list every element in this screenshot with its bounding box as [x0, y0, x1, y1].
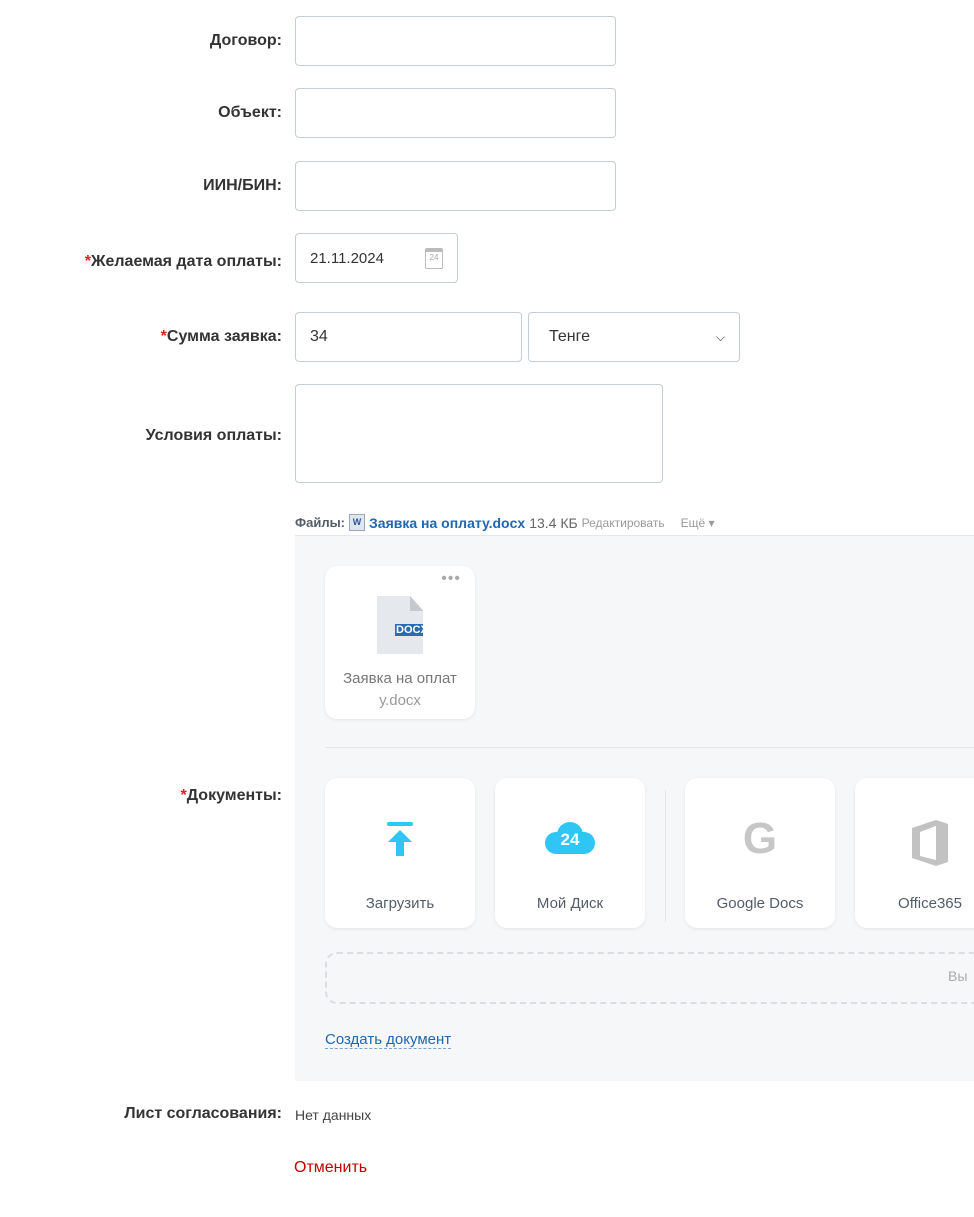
docx-badge: DOCX — [395, 624, 428, 636]
object-input[interactable] — [295, 88, 616, 138]
currency-value: Тенге — [549, 328, 590, 345]
edit-link[interactable]: Редактировать — [582, 516, 665, 530]
cancel-link[interactable]: Отменить — [294, 1159, 367, 1177]
my-disk-button[interactable]: 24 Мой Диск — [495, 778, 645, 928]
office365-label: Office365 — [898, 895, 962, 912]
create-document-link[interactable]: Создать документ — [325, 1031, 452, 1049]
office365-button[interactable]: Office365 — [855, 778, 974, 928]
file-card[interactable]: ••• DOCX Заявка на оплат у.docx — [325, 566, 475, 719]
upload-label: Загрузить — [365, 895, 435, 912]
more-menu[interactable]: Ещё ▾ — [681, 516, 715, 530]
date-value: 21.11.2024 — [310, 249, 384, 267]
drop-hint: Вы — [948, 968, 968, 984]
docx-file-icon: DOCX — [377, 596, 423, 654]
terms-label: Условия оплаты: — [145, 427, 282, 444]
cloud-24-icon: 24 — [545, 820, 595, 854]
office-icon — [912, 820, 948, 866]
documents-panel: ••• DOCX Заявка на оплат у.docx Загрузить… — [295, 535, 974, 1081]
upload-button[interactable]: Загрузить — [325, 778, 475, 928]
date-label: *Желаемая дата оплаты: — [85, 253, 282, 271]
more-label: Ещё — [680, 515, 706, 530]
sum-label-text: Сумма заявка: — [166, 328, 282, 345]
my-disk-label: Мой Диск — [536, 895, 604, 912]
file-card-name: Заявка на оплат у.docx — [343, 670, 457, 709]
iin-label: ИИН/БИН: — [203, 177, 282, 194]
separator — [665, 790, 666, 922]
file-link[interactable]: Заявка на оплату.docx — [369, 515, 525, 531]
contract-label: Договор: — [209, 32, 282, 49]
google-docs-button[interactable]: G Google Docs — [685, 778, 835, 928]
approval-label: Лист согласования: — [124, 1105, 282, 1122]
files-line: Файлы: W Заявка на оплату.docx 13.4 КБ Р… — [295, 514, 715, 531]
date-label-text: Желаемая дата оплаты: — [91, 253, 282, 270]
word-file-icon: W — [349, 514, 366, 531]
sum-label: *Сумма заявка: — [161, 328, 282, 346]
sum-input[interactable]: 34 — [295, 312, 522, 362]
calendar-icon[interactable]: 24 — [425, 247, 443, 269]
currency-select[interactable]: Тенге ⌵ — [528, 312, 740, 362]
google-docs-label: Google Docs — [716, 895, 804, 912]
divider — [325, 747, 974, 748]
terms-textarea[interactable] — [295, 384, 663, 483]
file-size: 13.4 КБ — [529, 514, 578, 531]
contract-input[interactable] — [295, 16, 616, 66]
more-dots-icon[interactable]: ••• — [441, 570, 461, 588]
object-label: Объект: — [218, 104, 282, 121]
documents-label-text: Документы: — [186, 787, 282, 804]
documents-label: *Документы: — [180, 787, 282, 805]
iin-input[interactable] — [295, 161, 616, 211]
files-label: Файлы: — [295, 515, 346, 530]
date-input[interactable]: 21.11.2024 24 — [295, 233, 458, 283]
approval-value: Нет данных — [295, 1107, 372, 1123]
upload-icon — [387, 822, 413, 856]
drop-zone[interactable]: Вы — [325, 952, 974, 1004]
chevron-down-icon: ⌵ — [715, 329, 725, 344]
google-icon: G — [742, 814, 778, 863]
